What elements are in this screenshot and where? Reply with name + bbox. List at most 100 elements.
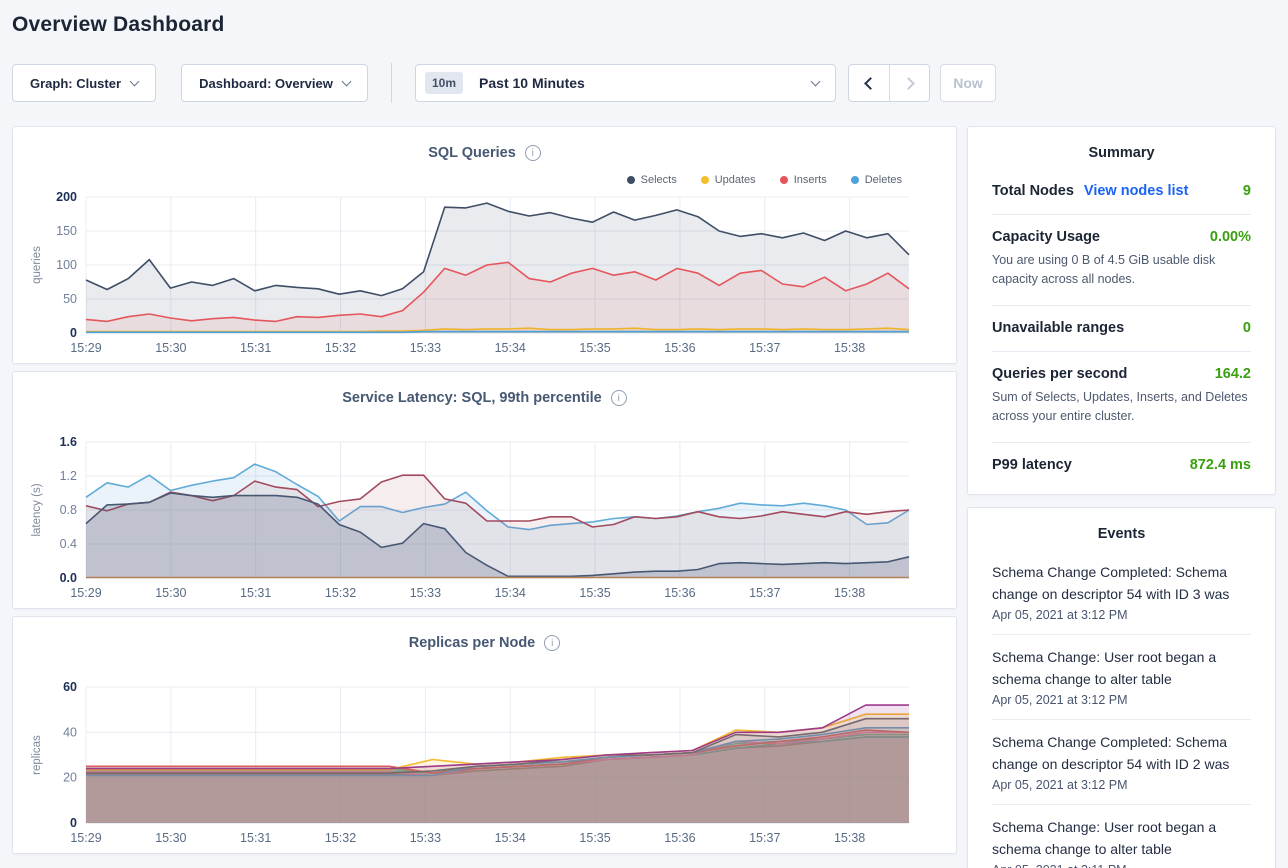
chevron-down-icon bbox=[130, 76, 140, 86]
svg-text:15:34: 15:34 bbox=[495, 586, 526, 600]
event-item: Schema Change: User root began a schema … bbox=[992, 805, 1251, 868]
main-content: SQL Queries i Selects Updates Inserts Del… bbox=[0, 126, 1288, 868]
dashboard-dropdown[interactable]: Dashboard: Overview bbox=[181, 64, 368, 102]
svg-text:15:35: 15:35 bbox=[579, 586, 610, 600]
chart-title-row: SQL Queries i bbox=[13, 144, 956, 162]
event-message: Schema Change: User root began a schema … bbox=[992, 816, 1251, 860]
queries-per-second-section: Queries per second 164.2 Sum of Selects,… bbox=[992, 352, 1251, 443]
legend-item-selects[interactable]: Selects bbox=[627, 174, 677, 186]
svg-text:15:31: 15:31 bbox=[240, 831, 271, 845]
stat-row: Queries per second 164.2 bbox=[992, 366, 1251, 382]
svg-text:15:38: 15:38 bbox=[834, 831, 865, 845]
svg-text:15:32: 15:32 bbox=[325, 586, 356, 600]
svg-text:15:36: 15:36 bbox=[664, 586, 695, 600]
replicas-per-node-chart[interactable]: 020406015:2915:3015:3115:3215:3315:3415:… bbox=[18, 679, 951, 849]
events-title: Events bbox=[992, 526, 1251, 542]
stat-row: Unavailable ranges 0 bbox=[992, 320, 1251, 336]
charts-column: SQL Queries i Selects Updates Inserts Del… bbox=[12, 126, 957, 861]
time-range-label: Past 10 Minutes bbox=[479, 75, 812, 91]
svg-text:15:30: 15:30 bbox=[155, 341, 186, 355]
page-title: Overview Dashboard bbox=[12, 13, 1276, 37]
unavailable-ranges-section: Unavailable ranges 0 bbox=[992, 306, 1251, 352]
svg-text:15:32: 15:32 bbox=[325, 341, 356, 355]
sidebar: Summary Total Nodes View nodes list 9 Ca… bbox=[967, 126, 1276, 868]
legend-label: Updates bbox=[715, 174, 756, 186]
time-range-selector[interactable]: 10m Past 10 Minutes bbox=[415, 64, 836, 102]
events-panel: Events Schema Change Completed: Schema c… bbox=[967, 507, 1276, 868]
svg-text:0.4: 0.4 bbox=[60, 537, 77, 551]
dashboard-dropdown-label: Dashboard: Overview bbox=[199, 76, 333, 91]
legend-item-updates[interactable]: Updates bbox=[701, 174, 756, 186]
svg-text:0.8: 0.8 bbox=[60, 503, 77, 517]
event-message: Schema Change Completed: Schema change o… bbox=[992, 731, 1251, 775]
svg-text:1.6: 1.6 bbox=[60, 435, 77, 449]
time-range-badge: 10m bbox=[425, 72, 463, 94]
chart-title: SQL Queries bbox=[428, 145, 516, 161]
stat-label: P99 latency bbox=[992, 457, 1072, 473]
chart-title-row: Service Latency: SQL, 99th percentile i bbox=[13, 389, 956, 407]
svg-text:1.2: 1.2 bbox=[60, 469, 77, 483]
svg-text:15:37: 15:37 bbox=[749, 341, 780, 355]
stat-description: You are using 0 B of 4.5 GiB usable disk… bbox=[992, 251, 1251, 290]
svg-text:0: 0 bbox=[70, 326, 77, 340]
info-icon[interactable]: i bbox=[525, 145, 541, 161]
svg-text:latency (s): latency (s) bbox=[31, 483, 43, 536]
legend-label: Selects bbox=[641, 174, 677, 186]
legend-item-inserts[interactable]: Inserts bbox=[780, 174, 827, 186]
event-timestamp: Apr 05, 2021 at 3:12 PM bbox=[992, 608, 1251, 622]
sql-queries-chart[interactable]: 05010015020015:2915:3015:3115:3215:3315:… bbox=[18, 189, 951, 359]
chevron-right-icon bbox=[902, 77, 915, 90]
svg-text:15:31: 15:31 bbox=[240, 586, 271, 600]
stat-value: 164.2 bbox=[1215, 366, 1251, 382]
toolbar-divider bbox=[391, 63, 392, 103]
time-back-button[interactable] bbox=[849, 65, 889, 101]
svg-text:20: 20 bbox=[63, 771, 77, 785]
stat-label: Capacity Usage bbox=[992, 229, 1100, 245]
stat-row: P99 latency 872.4 ms bbox=[992, 457, 1251, 473]
summary-panel: Summary Total Nodes View nodes list 9 Ca… bbox=[967, 126, 1276, 495]
legend-dot bbox=[780, 176, 788, 184]
legend-dot bbox=[851, 176, 859, 184]
service-latency-chart[interactable]: 0.00.40.81.21.615:2915:3015:3115:3215:33… bbox=[18, 434, 951, 604]
event-timestamp: Apr 05, 2021 at 3:12 PM bbox=[992, 693, 1251, 707]
legend-dot bbox=[701, 176, 709, 184]
svg-text:15:35: 15:35 bbox=[579, 341, 610, 355]
chart-legend: Selects Updates Inserts Deletes bbox=[627, 174, 902, 186]
svg-text:15:35: 15:35 bbox=[579, 831, 610, 845]
summary-title: Summary bbox=[992, 145, 1251, 161]
svg-text:50: 50 bbox=[63, 292, 77, 306]
graph-dropdown[interactable]: Graph: Cluster bbox=[12, 64, 156, 102]
svg-text:150: 150 bbox=[56, 224, 77, 238]
legend-label: Inserts bbox=[794, 174, 827, 186]
svg-text:15:36: 15:36 bbox=[664, 831, 695, 845]
info-icon[interactable]: i bbox=[611, 390, 627, 406]
stat-label: Queries per second bbox=[992, 366, 1127, 382]
svg-text:15:29: 15:29 bbox=[70, 831, 101, 845]
svg-text:0: 0 bbox=[70, 816, 77, 830]
chevron-left-icon bbox=[864, 77, 877, 90]
chart-title-row: Replicas per Node i bbox=[13, 634, 956, 652]
info-icon[interactable]: i bbox=[544, 635, 560, 651]
time-forward-button[interactable] bbox=[889, 65, 929, 101]
toolbar: Graph: Cluster Dashboard: Overview 10m P… bbox=[0, 64, 1288, 102]
chart-title: Replicas per Node bbox=[409, 635, 536, 651]
event-item: Schema Change Completed: Schema change o… bbox=[992, 550, 1251, 635]
view-nodes-list-link[interactable]: View nodes list bbox=[1084, 183, 1189, 199]
chevron-down-icon bbox=[341, 76, 351, 86]
sql-queries-panel: SQL Queries i Selects Updates Inserts Del… bbox=[12, 126, 957, 364]
total-nodes-section: Total Nodes View nodes list 9 bbox=[992, 169, 1251, 215]
chart-title: Service Latency: SQL, 99th percentile bbox=[342, 390, 602, 406]
legend-label: Deletes bbox=[865, 174, 902, 186]
stat-label: Total Nodes bbox=[992, 183, 1074, 199]
replicas-per-node-panel: Replicas per Nodei 020406015:2915:3015:3… bbox=[12, 616, 957, 854]
stat-label: Unavailable ranges bbox=[992, 320, 1124, 336]
svg-text:15:37: 15:37 bbox=[749, 586, 780, 600]
svg-text:15:36: 15:36 bbox=[664, 341, 695, 355]
stat-row: Total Nodes View nodes list 9 bbox=[992, 183, 1251, 199]
legend-item-deletes[interactable]: Deletes bbox=[851, 174, 902, 186]
stat-description: Sum of Selects, Updates, Inserts, and De… bbox=[992, 388, 1251, 427]
svg-text:40: 40 bbox=[63, 725, 77, 739]
now-button[interactable]: Now bbox=[940, 64, 996, 102]
legend-dot bbox=[627, 176, 635, 184]
svg-text:15:34: 15:34 bbox=[495, 341, 526, 355]
